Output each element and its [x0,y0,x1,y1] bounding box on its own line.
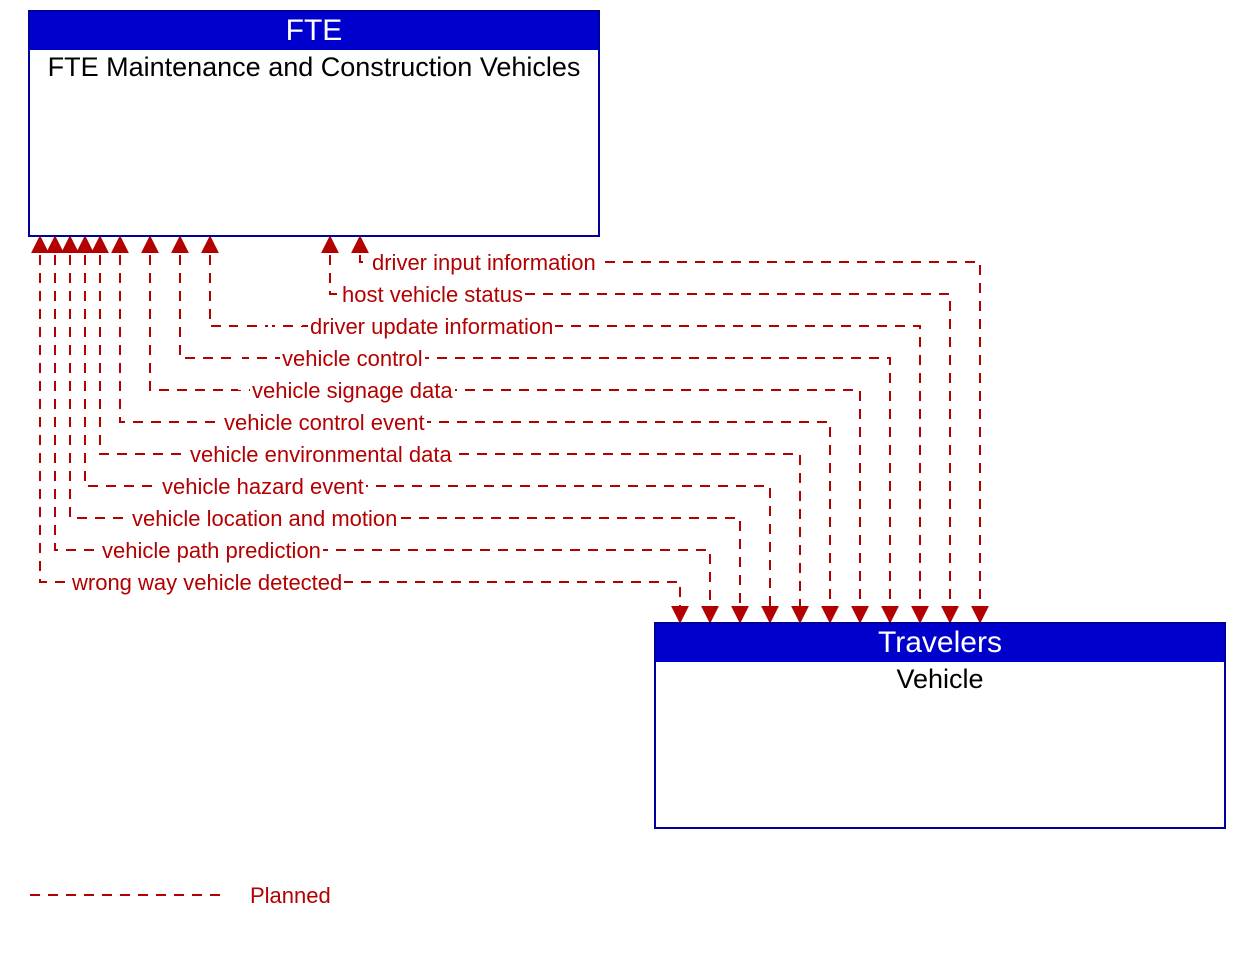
flow-label-vehicle-hazard-event: vehicle hazard event [160,474,366,500]
entity-box-travelers: Travelers Vehicle [654,622,1226,829]
flow-label-vehicle-location-and-motion: vehicle location and motion [130,506,399,532]
entity-header-fte: FTE [30,12,598,50]
flow-label-vehicle-control: vehicle control [280,346,425,372]
flow-label-vehicle-environmental-data: vehicle environmental data [188,442,454,468]
flow-label-driver-input-information: driver input information [370,250,598,276]
entity-header-travelers: Travelers [656,624,1224,662]
entity-body-fte: FTE Maintenance and Construction Vehicle… [30,50,598,85]
flow-label-vehicle-control-event: vehicle control event [222,410,427,436]
flow-label-host-vehicle-status: host vehicle status [340,282,525,308]
entity-body-travelers: Vehicle [656,662,1224,697]
entity-box-fte: FTE FTE Maintenance and Construction Veh… [28,10,600,237]
flow-label-vehicle-path-prediction: vehicle path prediction [100,538,323,564]
flow-label-driver-update-information: driver update information [308,314,555,340]
flow-label-vehicle-signage-data: vehicle signage data [250,378,455,404]
legend-planned-label: Planned [250,883,331,909]
flow-label-wrong-way-vehicle-detected: wrong way vehicle detected [70,570,344,596]
